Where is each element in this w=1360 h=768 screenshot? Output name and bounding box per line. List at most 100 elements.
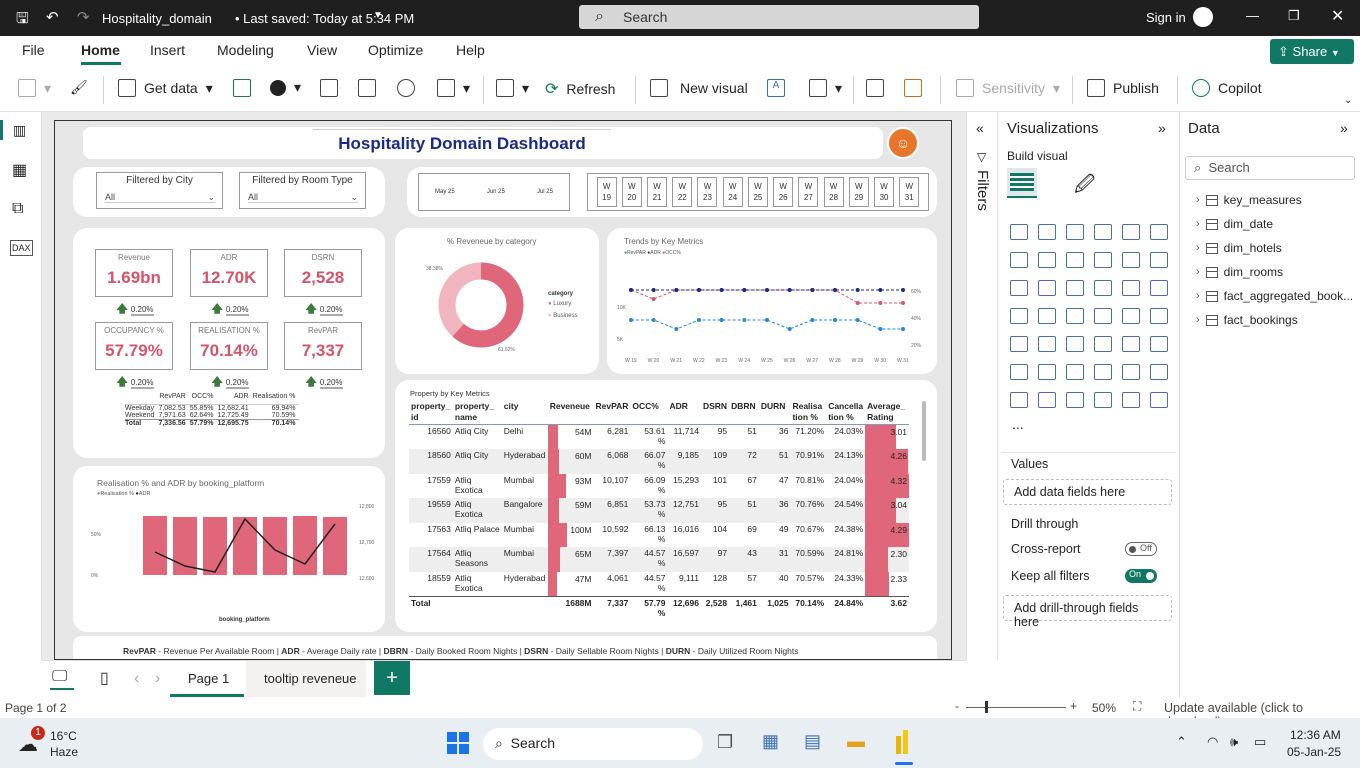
- field-table-item[interactable]: › dim_rooms: [1196, 265, 1283, 279]
- city-slicer[interactable]: Filtered by City All ⌄: [96, 172, 223, 209]
- collapse-ribbon-icon[interactable]: ⌄: [1344, 95, 1352, 106]
- share-button[interactable]: ⇪ Share ▼: [1270, 39, 1354, 64]
- kpi-visual-icon[interactable]: [1038, 336, 1056, 352]
- treemap-visual-icon[interactable]: [1150, 280, 1168, 296]
- dax-query-view-icon[interactable]: DAX: [10, 240, 33, 256]
- table-header[interactable]: property_ name: [453, 400, 502, 425]
- table-row[interactable]: 17564 Atliq Seasons Mumbai 65M 7,397 44.57 % 1…: [409, 547, 909, 572]
- zoom-slider[interactable]: [966, 707, 1066, 708]
- filters-pane-collapsed[interactable]: « ▽ Filters: [966, 112, 998, 660]
- field-table-item[interactable]: › dim_date: [1196, 217, 1273, 231]
- desktop-layout-icon[interactable]: 🖵: [52, 668, 67, 686]
- table-row[interactable]: 16560 Atliq City Delhi 54M 6,281 53.61 % 11,71…: [409, 425, 909, 449]
- week-slicer[interactable]: W 19 W 20 W 21 W 22 W 23 W 24 W 25 W 26 W 27 W 28…: [587, 173, 929, 211]
- week-option[interactable]: W 20: [621, 177, 642, 207]
- table-header[interactable]: ADR: [667, 400, 701, 425]
- matrix-visual-icon[interactable]: [1122, 336, 1140, 352]
- table-view-icon[interactable]: ▦: [12, 160, 27, 180]
- new-measure-button[interactable]: [866, 79, 884, 97]
- table-row[interactable]: 17563 Atliq Palace Mumbai 100M 10,592 66.13 %…: [409, 522, 909, 547]
- sensitivity-button[interactable]: Sensitivity ▾: [956, 79, 1060, 97]
- tab-insert[interactable]: Insert: [150, 42, 185, 58]
- week-option[interactable]: W 29: [848, 177, 869, 207]
- room-dropdown[interactable]: All ⌄: [248, 192, 358, 203]
- table-header[interactable]: Cancella tion %: [826, 400, 865, 425]
- table-header[interactable]: DBRN: [729, 400, 759, 425]
- chevron-right-icon[interactable]: ›: [1196, 314, 1200, 326]
- restore-icon[interactable]: ❐: [1288, 8, 1300, 24]
- week-option[interactable]: W 26: [773, 177, 794, 207]
- field-table-item[interactable]: › key_measures: [1196, 193, 1302, 207]
- minimize-icon[interactable]: —: [1246, 8, 1259, 23]
- text-box-button[interactable]: A: [767, 79, 785, 97]
- tab-file[interactable]: File: [22, 42, 45, 58]
- scatter-visual-icon[interactable]: [1066, 280, 1084, 296]
- battery-icon[interactable]: ▭: [1254, 734, 1266, 750]
- zoom-thumb[interactable]: [985, 701, 988, 713]
- build-visual-tab[interactable]: [1007, 168, 1037, 198]
- report-view-icon[interactable]: ▥: [13, 122, 26, 139]
- table-scrollbar[interactable]: [922, 401, 926, 461]
- next-page-icon[interactable]: ›: [155, 670, 160, 688]
- week-option[interactable]: W 31: [899, 177, 920, 207]
- line-stacked-column-visual-icon[interactable]: [1122, 252, 1140, 268]
- wifi-icon[interactable]: ◠: [1207, 734, 1218, 750]
- values-drop-zone[interactable]: Add data fields here: [1003, 479, 1172, 505]
- line-column-visual-icon[interactable]: [1094, 252, 1112, 268]
- transform-data-button[interactable]: ▾: [496, 79, 529, 97]
- table-row[interactable]: 18560 Atliq City Hyderabad 60M 6,068 66.07 % 9…: [409, 449, 909, 474]
- week-option[interactable]: W 23: [697, 177, 718, 207]
- waterfall-visual-icon[interactable]: [1010, 280, 1028, 296]
- close-icon[interactable]: ✕: [1331, 6, 1344, 26]
- publish-button[interactable]: Publish: [1087, 79, 1159, 97]
- decomposition-tree-visual-icon[interactable]: [1066, 364, 1084, 380]
- python-visual-visual-icon[interactable]: [1010, 364, 1028, 380]
- drill-through-drop-zone[interactable]: Add drill-through fields here: [1003, 595, 1172, 629]
- cross-report-toggle[interactable]: Off: [1125, 542, 1157, 556]
- copilot-button[interactable]: Copilot: [1192, 79, 1262, 97]
- week-option[interactable]: W 27: [798, 177, 819, 207]
- clock-date[interactable]: 05-Jan-25: [1287, 745, 1341, 759]
- month-option[interactable]: May 25: [435, 189, 455, 195]
- week-option[interactable]: W 24: [722, 177, 743, 207]
- city-dropdown[interactable]: All ⌄: [105, 192, 215, 203]
- power-automate-visual-icon[interactable]: [1066, 392, 1084, 408]
- room-type-slicer[interactable]: Filtered by Room Type All ⌄: [239, 172, 366, 209]
- page-tab-2[interactable]: tooltip reveneue: [246, 661, 366, 697]
- sign-in-link[interactable]: Sign in: [1146, 10, 1186, 25]
- month-slicer[interactable]: May 25 Jun 25 Jul 25: [418, 173, 570, 211]
- smart-narrative-visual-icon[interactable]: [1122, 364, 1140, 380]
- table-header[interactable]: Realisa tion %: [790, 400, 826, 425]
- chevron-up-icon[interactable]: ⌃: [1176, 734, 1187, 750]
- arcgis-visual-icon[interactable]: [1122, 392, 1140, 408]
- week-option[interactable]: W 19: [596, 177, 617, 207]
- collapse-data-icon[interactable]: »: [1340, 120, 1348, 136]
- dataverse-button[interactable]: [397, 79, 415, 97]
- card-visual-icon[interactable]: [1150, 308, 1168, 324]
- search-input[interactable]: ⌕ Search: [579, 5, 979, 29]
- qa-visual-icon[interactable]: [1094, 364, 1112, 380]
- map-visual-icon[interactable]: [1010, 308, 1028, 324]
- power-apps-visual-icon[interactable]: [1038, 392, 1056, 408]
- volume-icon[interactable]: 🕪: [1230, 734, 1238, 750]
- more-visuals-visual-icon[interactable]: [1094, 392, 1112, 408]
- field-table-item[interactable]: › fact_bookings: [1196, 313, 1298, 327]
- month-option[interactable]: Jun 25: [487, 189, 505, 195]
- onelake-button[interactable]: ▾: [270, 79, 301, 96]
- notepad-app-icon[interactable]: ▤: [804, 731, 821, 752]
- area-visual-icon[interactable]: [1038, 252, 1056, 268]
- zoom-in-icon[interactable]: +: [1070, 699, 1077, 713]
- expand-filters-icon[interactable]: «: [976, 120, 984, 136]
- stacked-column-visual-icon[interactable]: [1038, 224, 1056, 240]
- mobile-layout-icon[interactable]: ▯: [100, 668, 109, 688]
- month-option[interactable]: Jul 25: [537, 189, 553, 195]
- field-table-item[interactable]: › dim_hotels: [1196, 241, 1282, 255]
- stacked-bar-visual-icon[interactable]: [1010, 224, 1028, 240]
- table-row[interactable]: 18559 Atliq Exotica Hyderabad 47M 4,061 44.57…: [409, 571, 909, 597]
- table-header[interactable]: Average_ Rating: [865, 400, 909, 425]
- table-row[interactable]: 19559 Atliq Exotica Bangalore 59M 6,851 53.73…: [409, 498, 909, 523]
- excel-button[interactable]: [233, 79, 251, 97]
- key-influencers-visual-icon[interactable]: [1038, 364, 1056, 380]
- week-option[interactable]: W 25: [747, 177, 768, 207]
- prev-page-icon[interactable]: ‹: [134, 670, 139, 688]
